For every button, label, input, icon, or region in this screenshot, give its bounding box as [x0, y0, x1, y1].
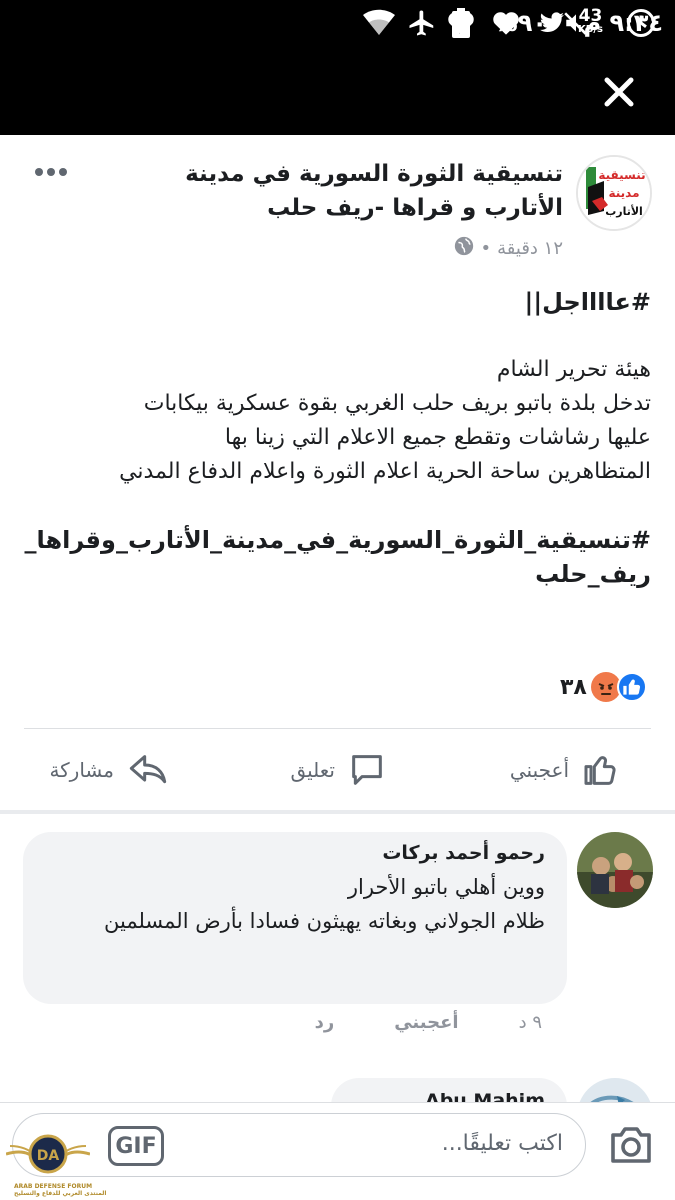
watermark-title: ARAB DEFENSE FORUM — [14, 1183, 93, 1190]
twitter-icon — [538, 8, 566, 38]
post-body: #عااااجل|| هيئة تحرير الشام تدخل بلدة با… — [21, 285, 652, 591]
photo-viewer-top-bar — [0, 48, 675, 135]
post-action-bar: أعجبني تعليق مشاركة — [0, 730, 675, 810]
post-line: هيئة تحرير الشام — [496, 357, 651, 382]
net-speed-unit: KB/s — [578, 24, 603, 35]
post-headline[interactable]: #عااااجل|| — [21, 285, 651, 319]
watermark-subtitle: المنتدى العربي للدفاع والتسليح — [14, 1190, 107, 1197]
comment-author[interactable]: رحمو أحمد بركات — [45, 842, 545, 864]
airplane-icon — [407, 8, 437, 38]
comment-label: تعليق — [290, 758, 335, 782]
like-icon — [584, 756, 616, 785]
comment-icon — [352, 755, 382, 785]
comment-actions: ٩ د أعجبني رد — [315, 1012, 542, 1033]
more-icon[interactable] — [34, 166, 68, 178]
comment-reply-button[interactable]: رد — [315, 1012, 335, 1033]
camera-icon[interactable] — [607, 1123, 655, 1167]
avatar-line-2: مدينة — [608, 186, 639, 200]
avatar-line-1: تنسيقية — [598, 168, 645, 182]
more-options-button[interactable] — [34, 163, 68, 183]
reaction-count: ٣٨ — [560, 674, 587, 700]
comment-like-button[interactable]: أعجبني — [394, 1012, 458, 1033]
comment-text-line: ووين أهلي باتبو الأحرار — [347, 875, 545, 899]
share-icon — [129, 755, 167, 784]
net-speed-value: 43 — [578, 6, 603, 26]
reactions-summary[interactable]: ٣٨ — [560, 670, 647, 704]
section-separator — [0, 810, 675, 814]
like-reaction-icon — [616, 672, 647, 702]
post-line: عليها رشاشات وتقطع جميع الاعلام التي زين… — [224, 425, 651, 450]
gif-button[interactable]: GIF — [108, 1126, 164, 1166]
like-label: أعجبني — [509, 758, 569, 782]
avatar-line-3: الأتارب — [605, 204, 643, 218]
comment-input[interactable]: اكتب تعليقًا... GIF — [12, 1113, 586, 1177]
page-name[interactable]: تنسيقية الثورة السورية في مدينة الأتارب … — [103, 157, 563, 225]
post-header: تنسيقية مدينة الأتارب تنسيقية الثورة الس… — [0, 135, 675, 275]
status-bar: ٩:٣٤ م %٩٠ 43 KB/s — [0, 0, 675, 48]
comment-placeholder: اكتب تعليقًا... — [441, 1131, 563, 1156]
like-button[interactable]: أعجبني — [510, 748, 621, 792]
post-hashtag[interactable]: #تنسيقية_الثورة_السورية_في_مدينة_الأتارب… — [21, 523, 652, 591]
heart-icon — [492, 8, 520, 38]
comment-button[interactable]: تعليق — [290, 748, 387, 792]
net-speed: 43 KB/s — [578, 8, 603, 38]
close-icon[interactable] — [599, 72, 639, 112]
globe-icon — [453, 235, 475, 262]
meta-separator: • — [480, 238, 492, 259]
divider — [24, 728, 651, 729]
clock-icon — [626, 8, 656, 38]
comment-text-line: ظلام الجولاني وبغاته يهيثون فسادا بأرض ا… — [104, 909, 545, 933]
share-button[interactable]: مشاركة — [49, 748, 170, 792]
watermark-badge: DA — [37, 1148, 60, 1164]
share-label: مشاركة — [49, 758, 114, 782]
comment-time: ٩ د — [518, 1012, 542, 1033]
page-avatar[interactable]: تنسيقية مدينة الأتارب — [576, 155, 652, 231]
post-line: تدخل بلدة باتبو بريف حلب الغربي بقوة عسك… — [143, 391, 651, 416]
close-button[interactable] — [599, 72, 639, 112]
watermark-text: ARAB DEFENSE FORUM المنتدى العربي للدفاع… — [14, 1183, 106, 1197]
post-time[interactable]: ١٢ دقيقة — [497, 238, 563, 259]
heart-icon — [447, 8, 475, 38]
post-line: المتظاهرين ساحة الحرية اعلام الثورة واعل… — [119, 459, 651, 484]
comment-bubble[interactable]: رحمو أحمد بركات ووين أهلي باتبو الأحرار … — [23, 832, 567, 1004]
camera-button[interactable] — [607, 1123, 655, 1171]
post-meta: ١٢ دقيقة • — [453, 235, 563, 262]
wifi-icon — [363, 8, 395, 38]
commenter-avatar[interactable] — [577, 832, 653, 908]
